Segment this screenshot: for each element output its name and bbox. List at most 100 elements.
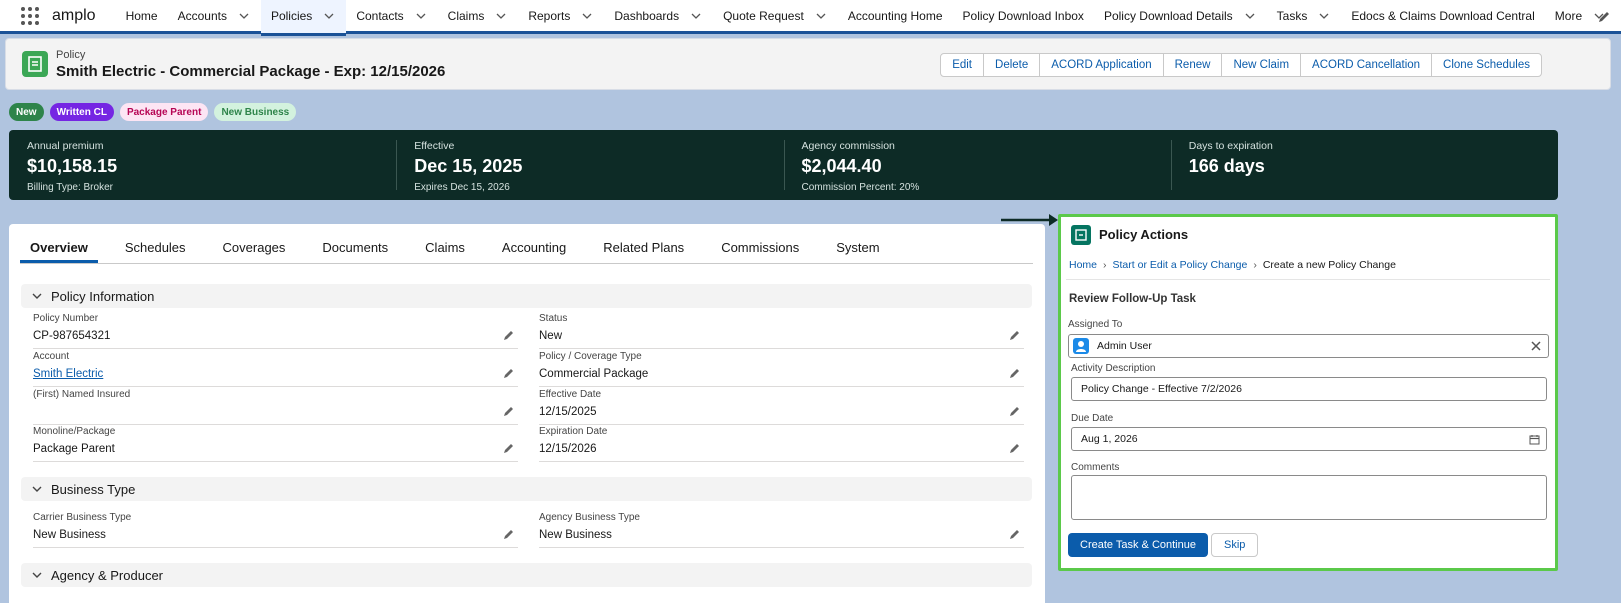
metric-annual-premium: Annual premium $10,158.15 Billing Type: … bbox=[9, 130, 396, 200]
divider bbox=[1066, 279, 1550, 280]
nav-item-label: Claims bbox=[447, 8, 485, 23]
due-date-label: Due Date bbox=[1071, 413, 1114, 424]
nav-item-dashboards[interactable]: Dashboards bbox=[604, 0, 713, 33]
nav-item-accounting-home[interactable]: Accounting Home bbox=[838, 0, 953, 33]
breadcrumb-start-policy-change[interactable]: Start or Edit a Policy Change bbox=[1113, 259, 1248, 271]
chevron-down-icon[interactable] bbox=[414, 9, 428, 23]
create-task-continue-button[interactable]: Create Task & Continue bbox=[1068, 533, 1208, 557]
metric-label: Days to expiration bbox=[1188, 140, 1273, 152]
field-label: Monoline/Package bbox=[33, 426, 116, 437]
metric-value: 166 days bbox=[1188, 156, 1265, 176]
chevron-down-icon bbox=[32, 486, 42, 492]
pencil-icon[interactable] bbox=[503, 443, 514, 454]
record-tabs: Overview Schedules Coverages Documents Claim… bbox=[20, 234, 1033, 264]
breadcrumb-separator: › bbox=[1103, 259, 1107, 271]
nav-item-policy-download-details[interactable]: Policy Download Details bbox=[1094, 0, 1267, 33]
delete-button[interactable]: Delete bbox=[983, 53, 1041, 77]
nav-item-label: Dashboards bbox=[614, 8, 680, 23]
status-pill: New bbox=[9, 103, 44, 121]
nav-item-policy-download-inbox[interactable]: Policy Download Inbox bbox=[953, 0, 1094, 33]
tab-commissions[interactable]: Commissions bbox=[711, 234, 809, 263]
section-business-type[interactable]: Business Type bbox=[21, 477, 1032, 501]
account-link[interactable]: Smith Electric bbox=[33, 368, 103, 380]
nav-item-contacts[interactable]: Contacts bbox=[346, 0, 437, 33]
breadcrumb: Home › Start or Edit a Policy Change › C… bbox=[1069, 259, 1396, 271]
app-name: amplo bbox=[52, 6, 96, 24]
tab-related-plans[interactable]: Related Plans bbox=[593, 234, 694, 263]
acord-cancellation-button[interactable]: ACORD Cancellation bbox=[1300, 53, 1433, 77]
section-title: Business Type bbox=[51, 481, 136, 497]
tab-schedules[interactable]: Schedules bbox=[115, 234, 196, 263]
chevron-down-icon[interactable] bbox=[1317, 9, 1331, 23]
nav-item-label: Accounts bbox=[177, 8, 227, 23]
panel-subtitle: Review Follow-Up Task bbox=[1069, 293, 1196, 305]
pencil-icon[interactable] bbox=[1009, 529, 1020, 540]
pencil-icon[interactable] bbox=[1009, 406, 1020, 417]
status-pills: New Written CL Package Parent New Business bbox=[9, 103, 297, 121]
nav-item-accounts[interactable]: Accounts bbox=[168, 0, 261, 33]
metric-label: Agency commission bbox=[801, 140, 895, 152]
pencil-icon[interactable] bbox=[1009, 368, 1020, 379]
tab-documents[interactable]: Documents bbox=[312, 234, 398, 263]
activity-description-input[interactable]: Policy Change - Effective 7/2/2026 bbox=[1071, 377, 1547, 401]
metric-value: $2,044.40 bbox=[801, 156, 882, 176]
nav-item-claims[interactable]: Claims bbox=[438, 0, 519, 33]
metric-label: Effective bbox=[414, 140, 455, 152]
calendar-icon[interactable] bbox=[1529, 434, 1540, 445]
pencil-icon[interactable] bbox=[503, 529, 514, 540]
pencil-icon[interactable] bbox=[503, 406, 514, 417]
edit-nav-icon[interactable] bbox=[1597, 10, 1611, 24]
clear-icon[interactable] bbox=[1530, 340, 1542, 352]
app-launcher-icon[interactable] bbox=[20, 6, 40, 26]
assigned-to-lookup[interactable]: Admin User bbox=[1068, 334, 1549, 358]
chevron-down-icon[interactable] bbox=[494, 9, 508, 23]
pencil-icon[interactable] bbox=[1009, 330, 1020, 341]
field-expiration-date: Expiration Date 12/15/2026 bbox=[539, 426, 1024, 462]
chevron-down-icon[interactable] bbox=[580, 9, 594, 23]
chevron-down-icon[interactable] bbox=[689, 9, 703, 23]
breadcrumb-home[interactable]: Home bbox=[1069, 259, 1097, 271]
nav-item-label: Home bbox=[125, 8, 158, 23]
nav-item-quote-request[interactable]: Quote Request bbox=[713, 0, 838, 33]
renew-button[interactable]: Renew bbox=[1162, 53, 1223, 77]
policy-actions-panel: Policy Actions Home › Start or Edit a Po… bbox=[1058, 214, 1558, 571]
pencil-icon[interactable] bbox=[503, 368, 514, 379]
clone-schedules-button[interactable]: Clone Schedules bbox=[1431, 53, 1542, 77]
nav-item-label: More bbox=[1554, 8, 1583, 23]
comments-textarea[interactable] bbox=[1071, 475, 1547, 520]
status-pill: Written CL bbox=[49, 103, 114, 121]
nav-item-home[interactable]: Home bbox=[116, 0, 168, 33]
chevron-down-icon[interactable] bbox=[237, 9, 251, 23]
new-claim-button[interactable]: New Claim bbox=[1221, 53, 1302, 77]
tab-claims[interactable]: Claims bbox=[415, 234, 475, 263]
panel-title: Policy Actions bbox=[1099, 227, 1189, 242]
due-date-input[interactable]: Aug 1, 2026 bbox=[1071, 427, 1547, 451]
assigned-to-label: Assigned To bbox=[1068, 319, 1123, 330]
tab-overview[interactable]: Overview bbox=[20, 234, 98, 263]
nav-item-label: Policy Download Inbox bbox=[962, 8, 1084, 23]
tab-system[interactable]: System bbox=[826, 234, 889, 263]
record-title: Smith Electric - Commercial Package - Ex… bbox=[56, 63, 446, 80]
skip-button[interactable]: Skip bbox=[1211, 533, 1259, 557]
pencil-icon[interactable] bbox=[503, 330, 514, 341]
nav-item-label: Tasks bbox=[1276, 8, 1308, 23]
assigned-to-value: Admin User bbox=[1097, 340, 1152, 352]
section-policy-information[interactable]: Policy Information bbox=[21, 284, 1032, 308]
field-label: Policy / Coverage Type bbox=[539, 351, 642, 362]
field-label: Agency Business Type bbox=[539, 512, 640, 523]
nav-item-edocs-claims-download-central[interactable]: Edocs & Claims Download Central bbox=[1341, 0, 1544, 33]
field-status: Status New bbox=[539, 313, 1024, 349]
pencil-icon[interactable] bbox=[1009, 443, 1020, 454]
tab-coverages[interactable]: Coverages bbox=[213, 234, 296, 263]
tab-accounting[interactable]: Accounting bbox=[492, 234, 576, 263]
chevron-down-icon[interactable] bbox=[1243, 9, 1257, 23]
nav-item-tasks[interactable]: Tasks bbox=[1267, 0, 1342, 33]
nav-item-reports[interactable]: Reports bbox=[518, 0, 604, 33]
nav-item-policies[interactable]: Policies bbox=[260, 0, 347, 36]
chevron-down-icon[interactable] bbox=[814, 9, 828, 23]
acord-application-button[interactable]: ACORD Application bbox=[1039, 53, 1164, 77]
due-date-value: Aug 1, 2026 bbox=[1081, 433, 1138, 445]
section-agency-producer[interactable]: Agency & Producer bbox=[21, 563, 1032, 587]
chevron-down-icon[interactable] bbox=[322, 9, 336, 23]
edit-button[interactable]: Edit bbox=[940, 53, 985, 77]
